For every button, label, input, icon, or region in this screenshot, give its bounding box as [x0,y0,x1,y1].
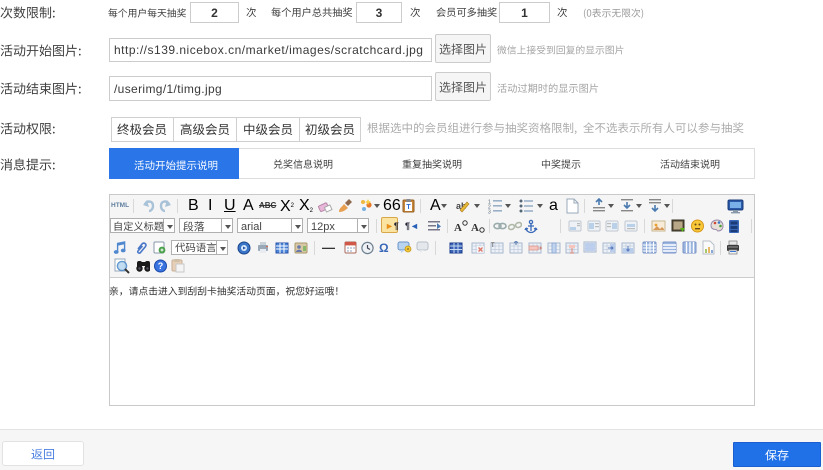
svg-text:T: T [491,243,495,249]
svg-text:A: A [471,222,479,234]
svg-text:?: ? [158,261,164,271]
svg-text:A: A [454,222,462,234]
svg-text:3: 3 [488,209,491,214]
svg-text:T: T [406,204,411,211]
